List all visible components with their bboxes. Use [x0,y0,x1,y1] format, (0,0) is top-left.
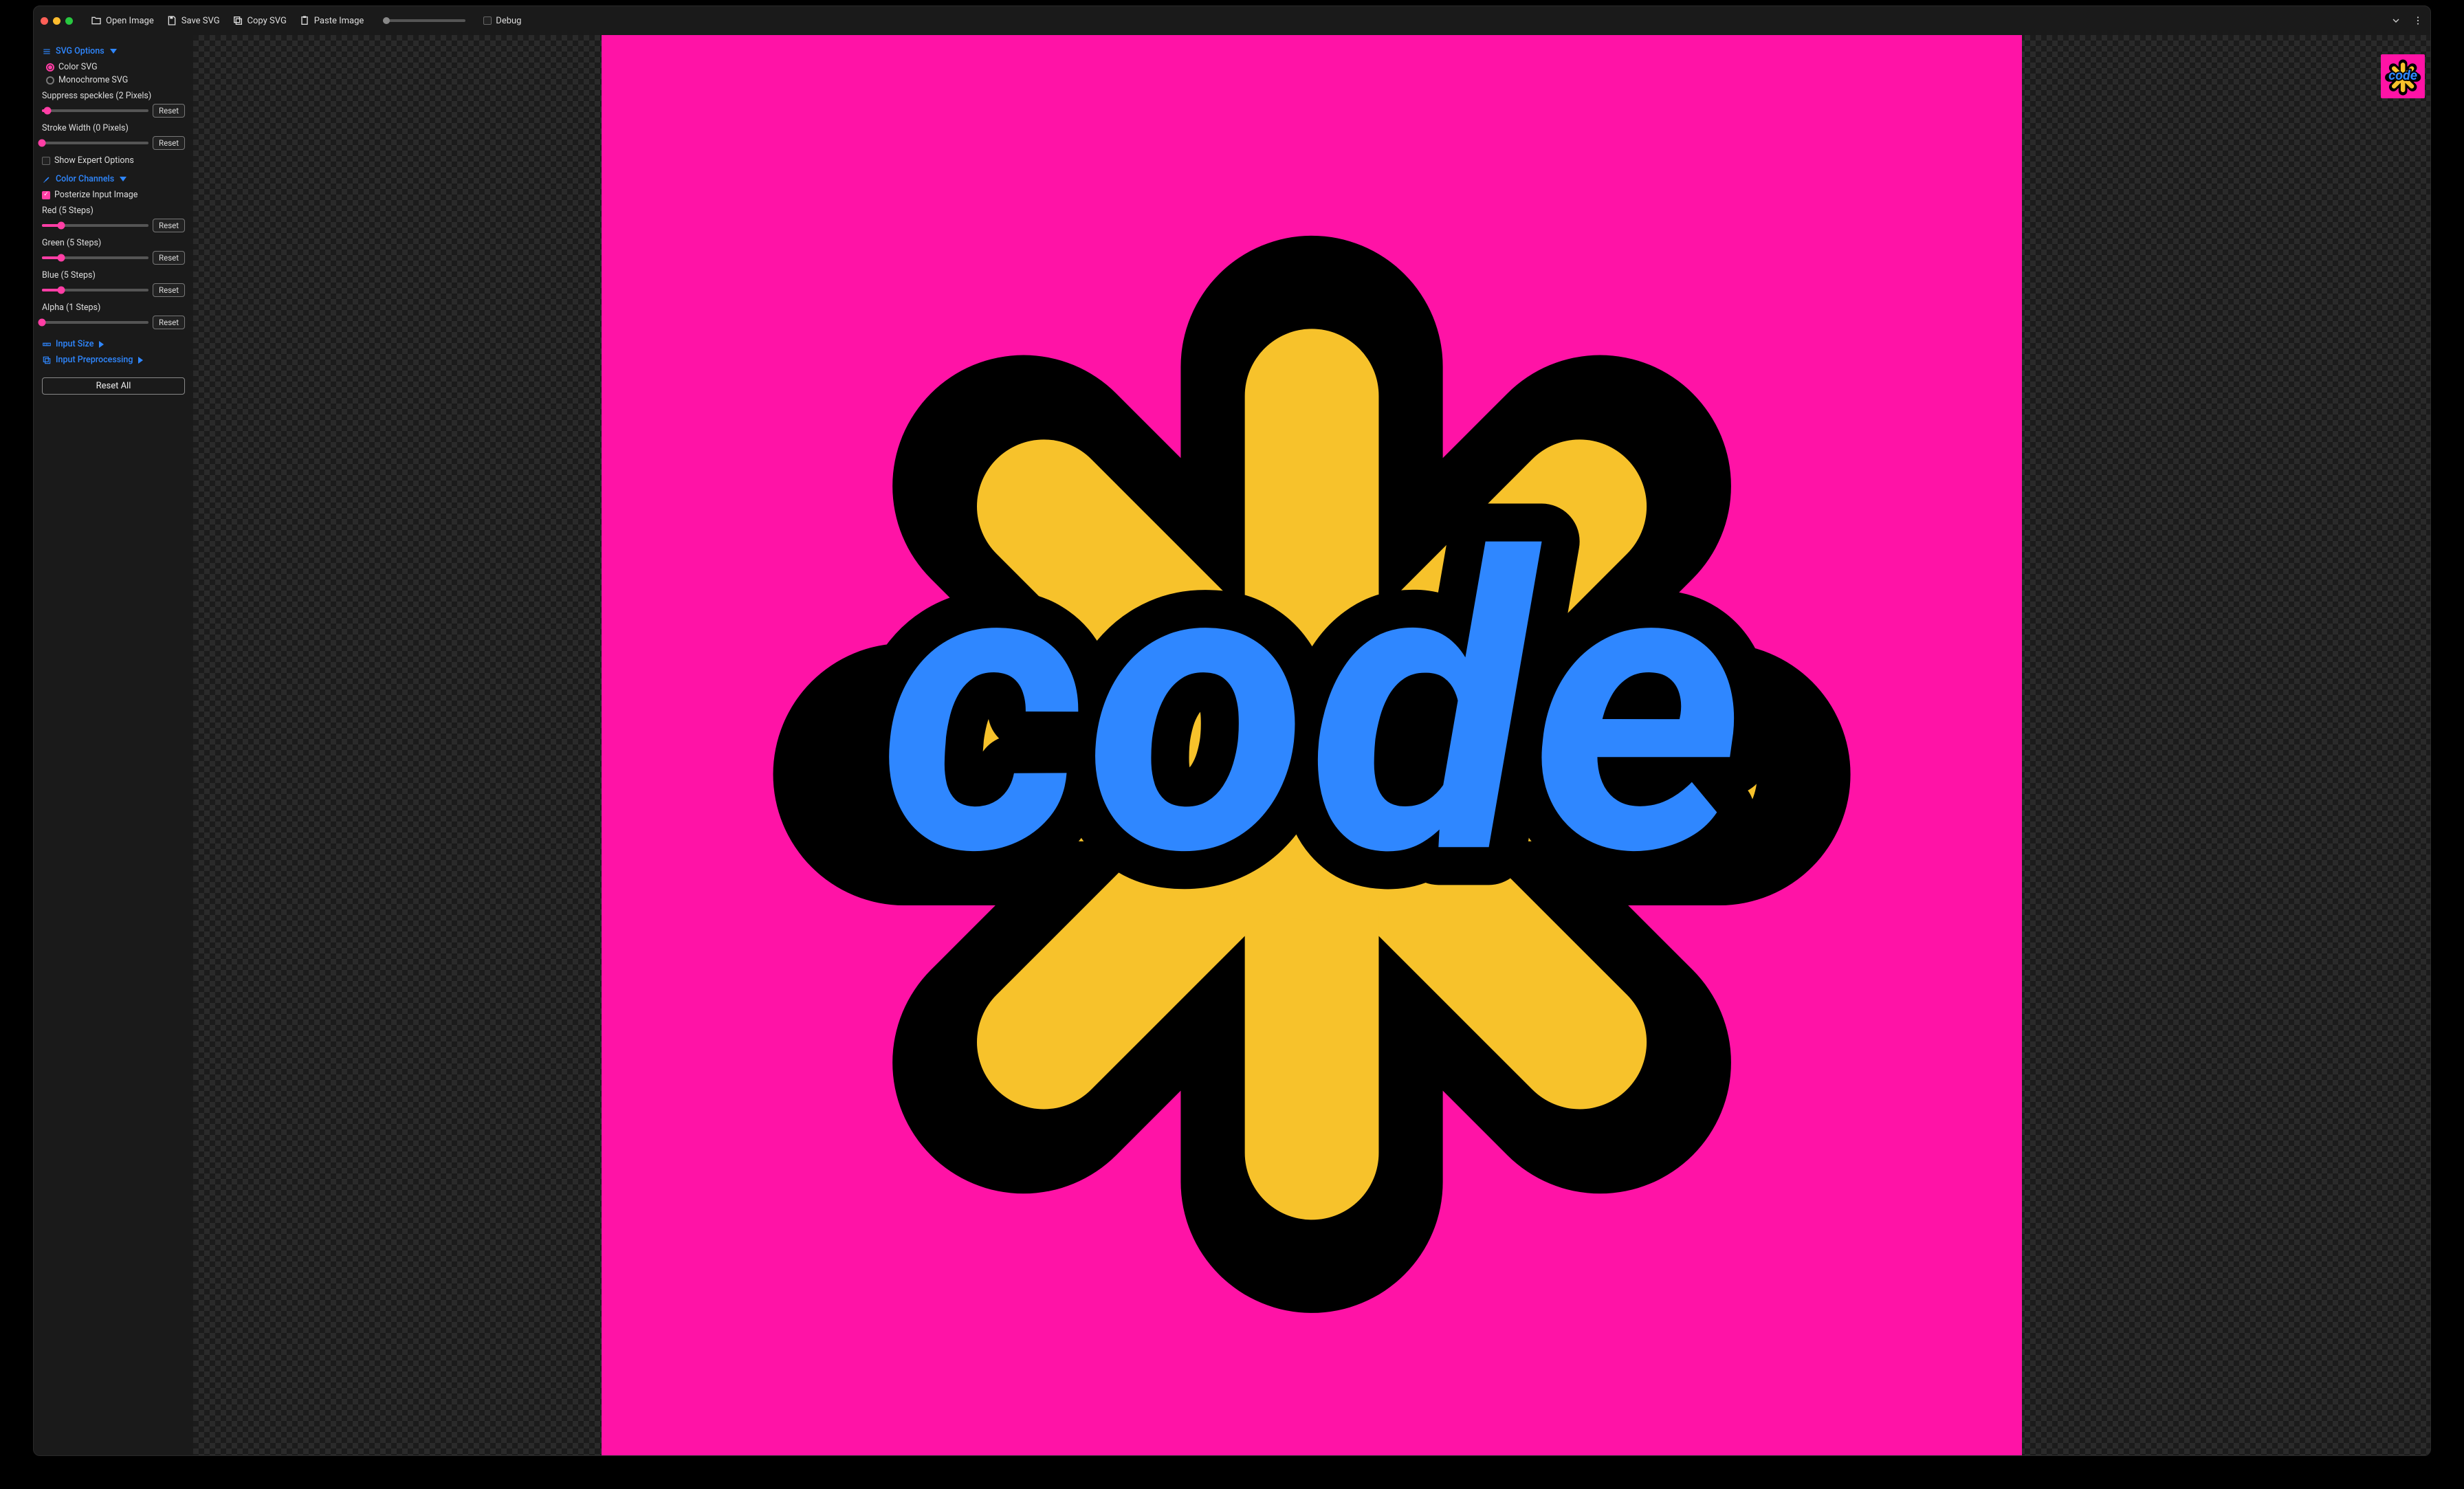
checkbox-icon [42,191,50,199]
artwork-text: code [879,469,1745,947]
posterize-label: Posterize Input Image [54,190,138,200]
triangle-right-icon [138,357,143,364]
debug-checkbox[interactable] [483,16,492,25]
app-body: SVG Options Color SVG Monochrome SVG Sup… [34,35,2430,1455]
reset-all-button[interactable]: Reset All [42,377,185,395]
triangle-down-icon [120,177,126,181]
sidebar: SVG Options Color SVG Monochrome SVG Sup… [34,35,193,1455]
section-input-preproc-label: Input Preprocessing [56,355,133,365]
section-input-size[interactable]: Input Size [42,339,185,349]
blue-channel-slider[interactable] [42,289,148,291]
section-svg-options[interactable]: SVG Options [42,46,185,56]
triangle-down-icon [110,49,117,54]
debug-toggle[interactable]: Debug [483,16,521,26]
radio-icon [46,63,54,71]
expert-options-toggle[interactable]: Show Expert Options [42,155,185,166]
radio-color-svg[interactable]: Color SVG [46,62,185,72]
stroke-width-label: Stroke Width (0 Pixels) [42,123,185,133]
brush-icon [42,175,52,184]
clipboard-icon [299,15,310,26]
alpha-channel-label: Alpha (1 Steps) [42,302,185,313]
folder-icon [91,15,102,26]
save-icon [166,15,177,26]
expert-options-label: Show Expert Options [54,155,134,166]
toolbar-zoom-slider[interactable] [383,19,465,22]
chevron-down-icon[interactable] [2390,15,2401,26]
stroke-reset-button[interactable]: Reset [153,136,185,150]
posterize-toggle[interactable]: Posterize Input Image [42,190,185,200]
triangle-right-icon [99,341,104,348]
alpha-channel-slider[interactable] [42,321,148,324]
save-svg-button[interactable]: Save SVG [166,15,220,26]
suppress-speckles-label: Suppress speckles (2 Pixels) [42,91,185,101]
ruler-icon [42,340,52,349]
green-channel-control: Green (5 Steps) Reset [42,238,185,265]
copy-icon [232,15,243,26]
alpha-reset-button[interactable]: Reset [153,316,185,329]
red-reset-button[interactable]: Reset [153,219,185,232]
section-color-channels-label: Color Channels [56,174,114,184]
window-controls [41,17,73,25]
settings-icon [42,47,52,56]
zoom-window-button[interactable] [65,17,73,25]
red-channel-label: Red (5 Steps) [42,206,185,216]
green-channel-label: Green (5 Steps) [42,238,185,248]
blue-channel-control: Blue (5 Steps) Reset [42,270,185,297]
section-input-size-label: Input Size [56,339,94,349]
section-input-preprocessing[interactable]: Input Preprocessing [42,355,185,365]
toolbar: Open Image Save SVG Copy SVG Paste Image… [34,6,2430,35]
green-channel-slider[interactable] [42,256,148,259]
layers-icon [42,355,52,365]
more-vert-icon[interactable] [2412,15,2423,26]
open-image-label: Open Image [106,16,154,26]
alpha-channel-control: Alpha (1 Steps) Reset [42,302,185,329]
red-channel-slider[interactable] [42,224,148,227]
green-reset-button[interactable]: Reset [153,251,185,265]
section-svg-options-label: SVG Options [56,46,104,56]
preview-svg: code code [2384,57,2422,96]
close-window-button[interactable] [41,17,48,25]
radio-mono-svg-label: Monochrome SVG [58,75,128,85]
paste-image-label: Paste Image [314,16,364,26]
output-svg: code code [729,163,1894,1327]
suppress-reset-button[interactable]: Reset [153,104,185,118]
suppress-speckles-slider[interactable] [42,109,148,112]
section-color-channels[interactable]: Color Channels [42,174,185,184]
paste-image-button[interactable]: Paste Image [299,15,364,26]
blue-reset-button[interactable]: Reset [153,283,185,297]
red-channel-control: Red (5 Steps) Reset [42,206,185,232]
checkbox-icon [42,157,50,165]
radio-color-svg-label: Color SVG [58,62,98,72]
radio-mono-svg[interactable]: Monochrome SVG [46,75,185,85]
suppress-speckles-control: Suppress speckles (2 Pixels) Reset [42,91,185,118]
toolbar-right [2390,15,2423,26]
blue-channel-label: Blue (5 Steps) [42,270,185,280]
minimize-window-button[interactable] [53,17,60,25]
stroke-width-slider[interactable] [42,142,148,144]
radio-icon [46,76,54,85]
copy-svg-label: Copy SVG [248,16,287,26]
copy-svg-button[interactable]: Copy SVG [232,15,287,26]
open-image-button[interactable]: Open Image [91,15,154,26]
app-window: Open Image Save SVG Copy SVG Paste Image… [33,5,2431,1456]
svg-text:code: code [2388,67,2417,83]
stroke-width-control: Stroke Width (0 Pixels) Reset [42,123,185,150]
debug-label: Debug [496,16,521,26]
canvas-area[interactable]: code code [193,35,2430,1455]
save-svg-label: Save SVG [182,16,220,26]
artboard: code code [602,35,2022,1455]
preview-thumbnail[interactable]: code code [2381,54,2425,98]
